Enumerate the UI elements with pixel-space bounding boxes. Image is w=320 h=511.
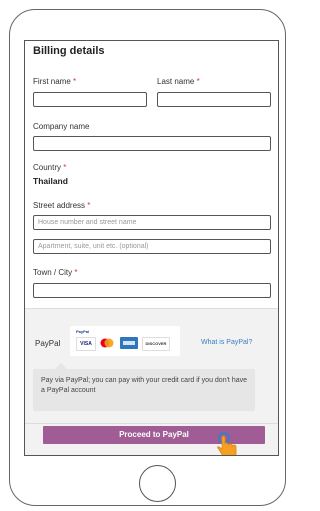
- amex-card-icon: [120, 337, 138, 349]
- first-name-label: First name *: [33, 77, 77, 86]
- street-input[interactable]: House number and street name: [33, 215, 271, 230]
- home-button-icon[interactable]: [139, 465, 176, 502]
- checkout-screen: Billing details First name * Last name *…: [24, 40, 279, 456]
- street-label: Street address *: [33, 201, 91, 210]
- paypal-method-label[interactable]: PayPal: [35, 339, 60, 348]
- payment-panel: PayPal PayPal VISA DISCOVER What is PayP…: [25, 308, 278, 455]
- paypal-description: Pay via PayPal; you can pay with your cr…: [33, 369, 255, 411]
- what-is-paypal-link[interactable]: What is PayPal?: [201, 339, 252, 346]
- hand-pointer-icon: [213, 432, 243, 455]
- company-label: Company name: [33, 122, 90, 131]
- town-input[interactable]: [33, 283, 271, 298]
- mastercard-icon: [98, 337, 116, 349]
- paypal-mini-logo: PayPal: [76, 329, 90, 334]
- last-name-label: Last name *: [157, 77, 200, 86]
- apartment-input[interactable]: Apartment, suite, unit etc. (optional): [33, 239, 271, 254]
- visa-card-icon: VISA: [76, 337, 96, 351]
- billing-heading: Billing details: [33, 45, 105, 57]
- accepted-cards-logo: PayPal VISA DISCOVER: [70, 326, 180, 356]
- company-input[interactable]: [33, 136, 271, 151]
- divider: [25, 423, 278, 424]
- country-value[interactable]: Thailand: [33, 176, 68, 186]
- town-label: Town / City *: [33, 268, 78, 277]
- country-label: Country *: [33, 163, 67, 172]
- discover-card-icon: DISCOVER: [142, 337, 170, 351]
- first-name-input[interactable]: [33, 92, 147, 107]
- last-name-input[interactable]: [157, 92, 271, 107]
